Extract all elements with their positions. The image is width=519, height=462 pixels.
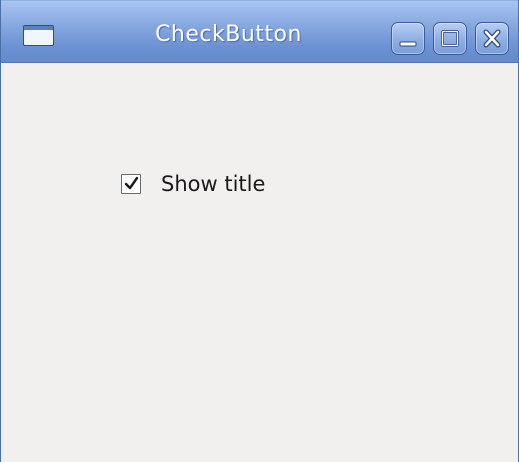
window-title: CheckButton xyxy=(155,22,302,47)
close-button[interactable] xyxy=(475,22,509,55)
minimize-icon xyxy=(399,41,417,47)
checkmark-icon xyxy=(124,176,139,190)
window-content: Show title xyxy=(1,63,518,462)
show-title-checkbox[interactable] xyxy=(121,174,141,194)
minimize-button[interactable] xyxy=(391,22,425,55)
close-icon xyxy=(483,29,501,48)
maximize-icon xyxy=(441,30,459,47)
show-title-label: Show title xyxy=(161,172,266,196)
window-menu-icon[interactable] xyxy=(23,25,54,46)
app-window: CheckButton Show title xyxy=(0,0,519,462)
maximize-button[interactable] xyxy=(433,22,467,55)
show-title-checkbutton[interactable]: Show title xyxy=(121,170,265,198)
title-bar[interactable]: CheckButton xyxy=(1,0,518,63)
